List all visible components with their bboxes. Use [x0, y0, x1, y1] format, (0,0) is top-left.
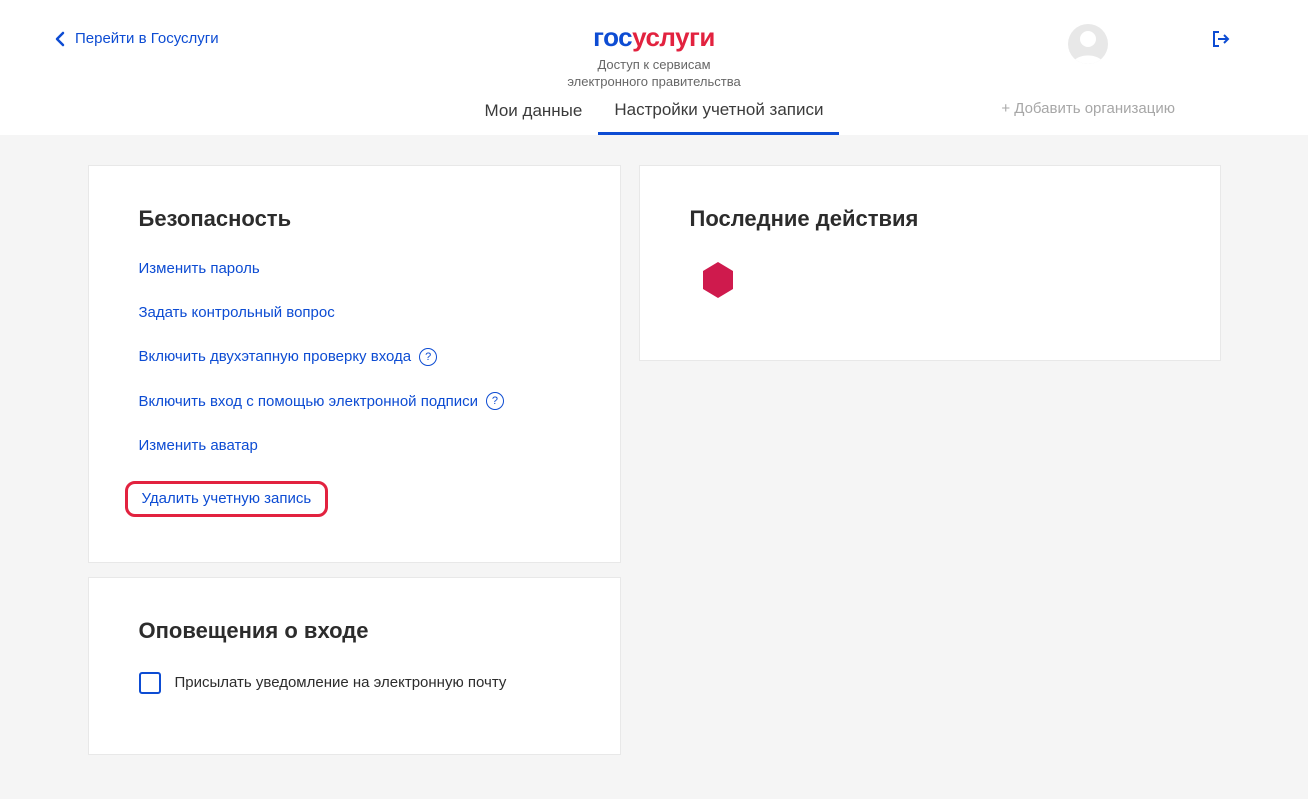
- tab-my-data[interactable]: Мои данные: [469, 101, 599, 133]
- link-label: Удалить учетную запись: [142, 490, 312, 507]
- logo-uslugi: услуги: [632, 22, 715, 52]
- activity-icon: [698, 260, 1170, 305]
- chevron-left-icon: [55, 31, 65, 47]
- add-organization-link[interactable]: + Добавить организацию: [1001, 100, 1175, 117]
- tab-account-settings[interactable]: Настройки учетной записи: [598, 100, 839, 135]
- back-link[interactable]: Перейти в Госуслуги: [55, 30, 219, 47]
- notifications-title: Оповещения о входе: [139, 618, 570, 644]
- electronic-signature-link[interactable]: Включить вход с помощью электронной подп…: [139, 392, 504, 410]
- set-question-link[interactable]: Задать контрольный вопрос: [139, 304, 335, 321]
- change-avatar-link[interactable]: Изменить аватар: [139, 437, 258, 454]
- back-link-label: Перейти в Госуслуги: [75, 30, 219, 47]
- logo-block: госуслуги Доступ к сервисам электронного…: [567, 22, 740, 91]
- link-label: Включить вход с помощью электронной подп…: [139, 393, 478, 410]
- link-label: Изменить пароль: [139, 260, 260, 277]
- two-factor-link[interactable]: Включить двухэтапную проверку входа ?: [139, 348, 438, 366]
- email-notify-label: Присылать уведомление на электронную поч…: [175, 674, 507, 691]
- change-password-link[interactable]: Изменить пароль: [139, 260, 260, 277]
- logo-gos: гос: [593, 22, 632, 52]
- logout-icon[interactable]: [1212, 30, 1230, 53]
- avatar[interactable]: [1068, 24, 1108, 64]
- logo: госуслуги: [567, 22, 740, 53]
- link-label: Включить двухэтапную проверку входа: [139, 348, 412, 365]
- help-icon[interactable]: ?: [419, 348, 437, 366]
- avatar-icon: [1068, 24, 1108, 64]
- recent-actions-title: Последние действия: [690, 206, 1170, 232]
- security-card: Безопасность Изменить пароль Задать конт…: [88, 165, 621, 563]
- email-notify-checkbox[interactable]: [139, 672, 161, 694]
- recent-actions-card: Последние действия: [639, 165, 1221, 361]
- security-title: Безопасность: [139, 206, 570, 232]
- delete-account-link[interactable]: Удалить учетную запись: [142, 490, 312, 507]
- notifications-card: Оповещения о входе Присылать уведомление…: [88, 577, 621, 755]
- slogan-line1: Доступ к сервисам: [567, 57, 740, 74]
- help-icon[interactable]: ?: [486, 392, 504, 410]
- slogan-line2: электронного правительства: [567, 74, 740, 91]
- link-label: Задать контрольный вопрос: [139, 304, 335, 321]
- delete-account-highlight: Удалить учетную запись: [125, 481, 329, 517]
- link-label: Изменить аватар: [139, 437, 258, 454]
- slogan: Доступ к сервисам электронного правитель…: [567, 57, 740, 91]
